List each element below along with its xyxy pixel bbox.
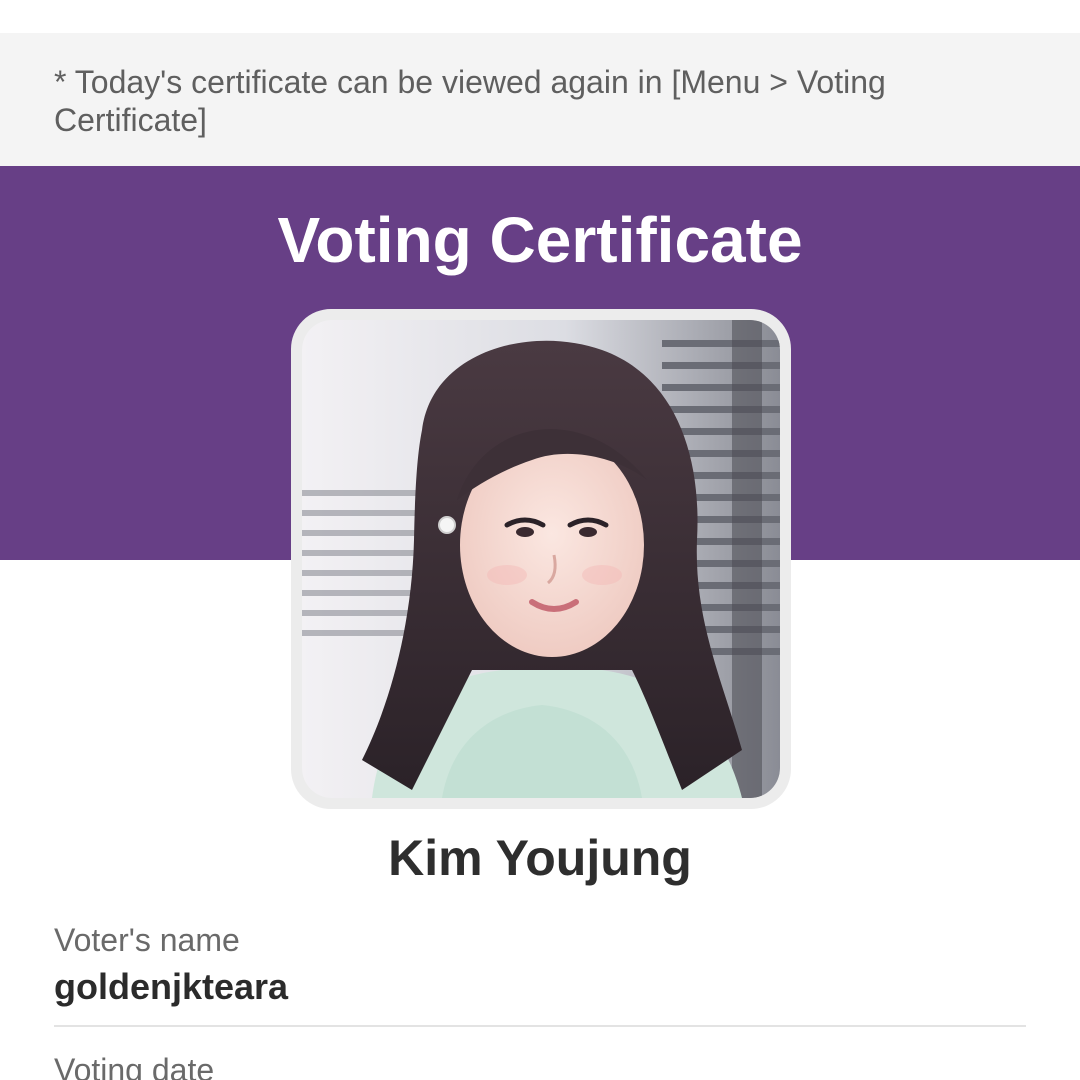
voting-certificate-screen: * Today's certificate can be viewed agai… (0, 0, 1080, 1080)
certificate-title: Voting Certificate (277, 204, 803, 276)
field-divider (54, 1025, 1026, 1027)
voting-date-label: Voting date (54, 1052, 215, 1080)
idol-photo-frame (291, 309, 791, 809)
idol-name: Kim Youjung (388, 830, 692, 886)
idol-photo (302, 320, 780, 798)
top-strip (0, 0, 1080, 33)
voter-name-field: Voter's name goldenjkteara (54, 920, 1026, 1010)
voter-name-label: Voter's name (54, 922, 240, 958)
voter-name-value: goldenjkteara (54, 966, 289, 1007)
certificate-notice: * Today's certificate can be viewed agai… (0, 33, 1080, 166)
notice-text: * Today's certificate can be viewed agai… (54, 64, 886, 138)
voting-date-field: Voting date (54, 1050, 1026, 1080)
